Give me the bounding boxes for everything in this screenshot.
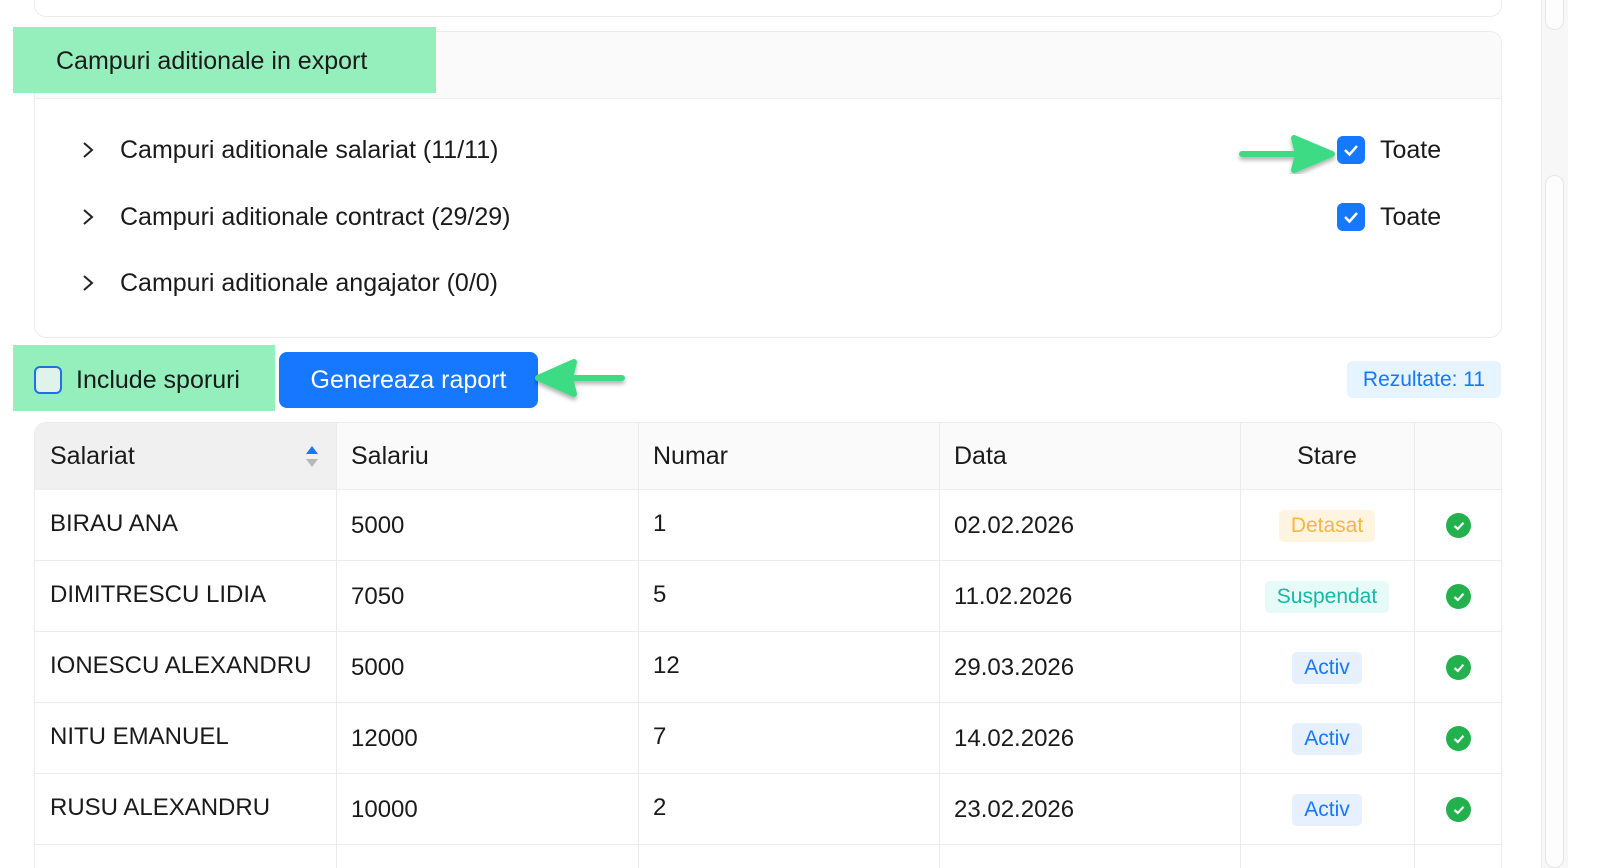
toate-label: Toate — [1380, 202, 1442, 231]
chevron-right-icon[interactable] — [78, 140, 98, 160]
cell-numar: 5 — [653, 580, 667, 608]
cell-data: 23.02.2026 — [954, 795, 1075, 823]
field-label-salariat: Campuri aditionale salariat (11/11) — [120, 135, 499, 164]
cell-salariu: 7050 — [351, 582, 405, 610]
cell-numar: 7 — [653, 722, 667, 750]
column-header-label: Data — [954, 442, 1007, 470]
table-row[interactable]: RUSU ALEXANDRU 10000 2 23.02.2026 Activ — [35, 774, 1501, 845]
column-header-numar[interactable]: Numar — [638, 423, 939, 490]
include-sporuri-checkbox[interactable]: Include sporuri — [34, 362, 240, 398]
sort-icon[interactable] — [304, 444, 320, 470]
cell-stare: Suspendat — [1240, 561, 1414, 632]
cell-numar: 1 — [653, 509, 667, 537]
cell-action — [1414, 632, 1501, 703]
column-header-salariat[interactable]: Salariat — [35, 423, 336, 490]
cell-stare: Activ — [1240, 632, 1414, 703]
cell-salariat: BIRAU ANA — [50, 509, 179, 537]
include-sporuri-label: Include sporuri — [76, 365, 240, 394]
cell-data: 29.03.2026 — [954, 653, 1075, 681]
checkbox-empty-icon[interactable] — [34, 366, 62, 394]
column-header-label: Salariu — [351, 442, 429, 470]
results-badge: Rezultate: 11 — [1347, 361, 1501, 398]
check-circle-icon — [1446, 726, 1471, 751]
cell-salariat: DIMITRESCU LIDIA — [50, 580, 267, 608]
field-label-angajator: Campuri aditionale angajator (0/0) — [120, 268, 498, 297]
table-row[interactable]: BIRAU ANA 5000 1 02.02.2026 Detasat — [35, 490, 1501, 561]
column-header-stare[interactable]: Stare — [1240, 423, 1414, 490]
column-header-label: Numar — [653, 442, 729, 470]
status-badge: Suspendat — [1264, 580, 1390, 613]
cell-stare: Detasat — [1240, 490, 1414, 561]
column-header-label: Salariat — [50, 442, 135, 470]
cell-salariat: IONESCU ALEXANDRU — [50, 651, 312, 679]
status-badge: Activ — [1292, 722, 1362, 755]
toate-label: Toate — [1380, 135, 1442, 164]
cell-data: 11.02.2026 — [954, 582, 1073, 610]
page: Campuri aditionale in export Campuri adi… — [0, 0, 1618, 868]
cell-stare: Activ — [1240, 774, 1414, 845]
arrow-icon — [535, 359, 625, 397]
checkbox-checked-icon[interactable] — [1337, 203, 1365, 231]
table-row[interactable]: IONESCU ALEXANDRU 5000 12 29.03.2026 Act… — [35, 632, 1501, 703]
chevron-right-icon[interactable] — [78, 273, 98, 293]
cell-action — [1414, 561, 1501, 632]
generate-report-button[interactable]: Genereaza raport — [279, 352, 538, 408]
cell-numar: 12 — [653, 651, 680, 679]
arrow-icon — [1239, 135, 1335, 173]
check-circle-icon — [1446, 513, 1471, 538]
cell-data: 14.02.2026 — [954, 724, 1075, 752]
chevron-right-icon[interactable] — [78, 207, 98, 227]
field-label-contract: Campuri aditionale contract (29/29) — [120, 202, 511, 231]
cell-action — [1414, 490, 1501, 561]
column-header-actions — [1414, 423, 1501, 490]
status-badge: Activ — [1292, 651, 1362, 684]
additional-fields-title: Campuri aditionale in export — [56, 47, 368, 75]
table-row[interactable]: NITU EMANUEL 12000 7 14.02.2026 Activ — [35, 703, 1501, 774]
check-circle-icon — [1446, 797, 1471, 822]
field-row-angajator[interactable]: Campuri aditionale angajator (0/0) — [78, 263, 498, 303]
cell-salariu: 5000 — [351, 653, 405, 681]
field-row-contract[interactable]: Campuri aditionale contract (29/29) — [78, 197, 510, 237]
cell-numar: 2 — [653, 793, 667, 821]
column-header-data[interactable]: Data — [939, 423, 1240, 490]
cell-action — [1414, 774, 1501, 845]
scrollbar-thumb[interactable] — [1545, 175, 1564, 868]
top-card — [34, 0, 1502, 17]
cell-salariu: 10000 — [351, 795, 418, 823]
results-table: Salariat Salariu Numar Data Stare BIRAU … — [34, 422, 1502, 868]
toate-contract-checkbox[interactable]: Toate — [1337, 197, 1441, 237]
cell-salariat: RUSU ALEXANDRU — [50, 793, 271, 821]
check-circle-icon — [1446, 584, 1471, 609]
column-header-label: Stare — [1297, 442, 1357, 470]
field-row-salariat[interactable]: Campuri aditionale salariat (11/11) — [78, 130, 498, 170]
cell-salariu: 12000 — [351, 724, 418, 752]
cell-salariu: 5000 — [351, 511, 405, 539]
cell-action — [1414, 703, 1501, 774]
column-header-salariu[interactable]: Salariu — [336, 423, 638, 490]
scrollbar-top-cap — [1545, 0, 1564, 30]
status-badge: Activ — [1292, 793, 1362, 826]
toate-salariat-checkbox[interactable]: Toate — [1337, 130, 1441, 170]
table-header: Salariat Salariu Numar Data Stare — [35, 423, 1501, 490]
check-circle-icon — [1446, 655, 1471, 680]
checkbox-checked-icon[interactable] — [1337, 136, 1365, 164]
status-badge: Detasat — [1278, 509, 1376, 542]
cell-data: 02.02.2026 — [954, 511, 1075, 539]
cell-salariat: NITU EMANUEL — [50, 722, 229, 750]
cell-stare: Activ — [1240, 703, 1414, 774]
table-row[interactable]: DIMITRESCU LIDIA 7050 5 11.02.2026 Suspe… — [35, 561, 1501, 632]
